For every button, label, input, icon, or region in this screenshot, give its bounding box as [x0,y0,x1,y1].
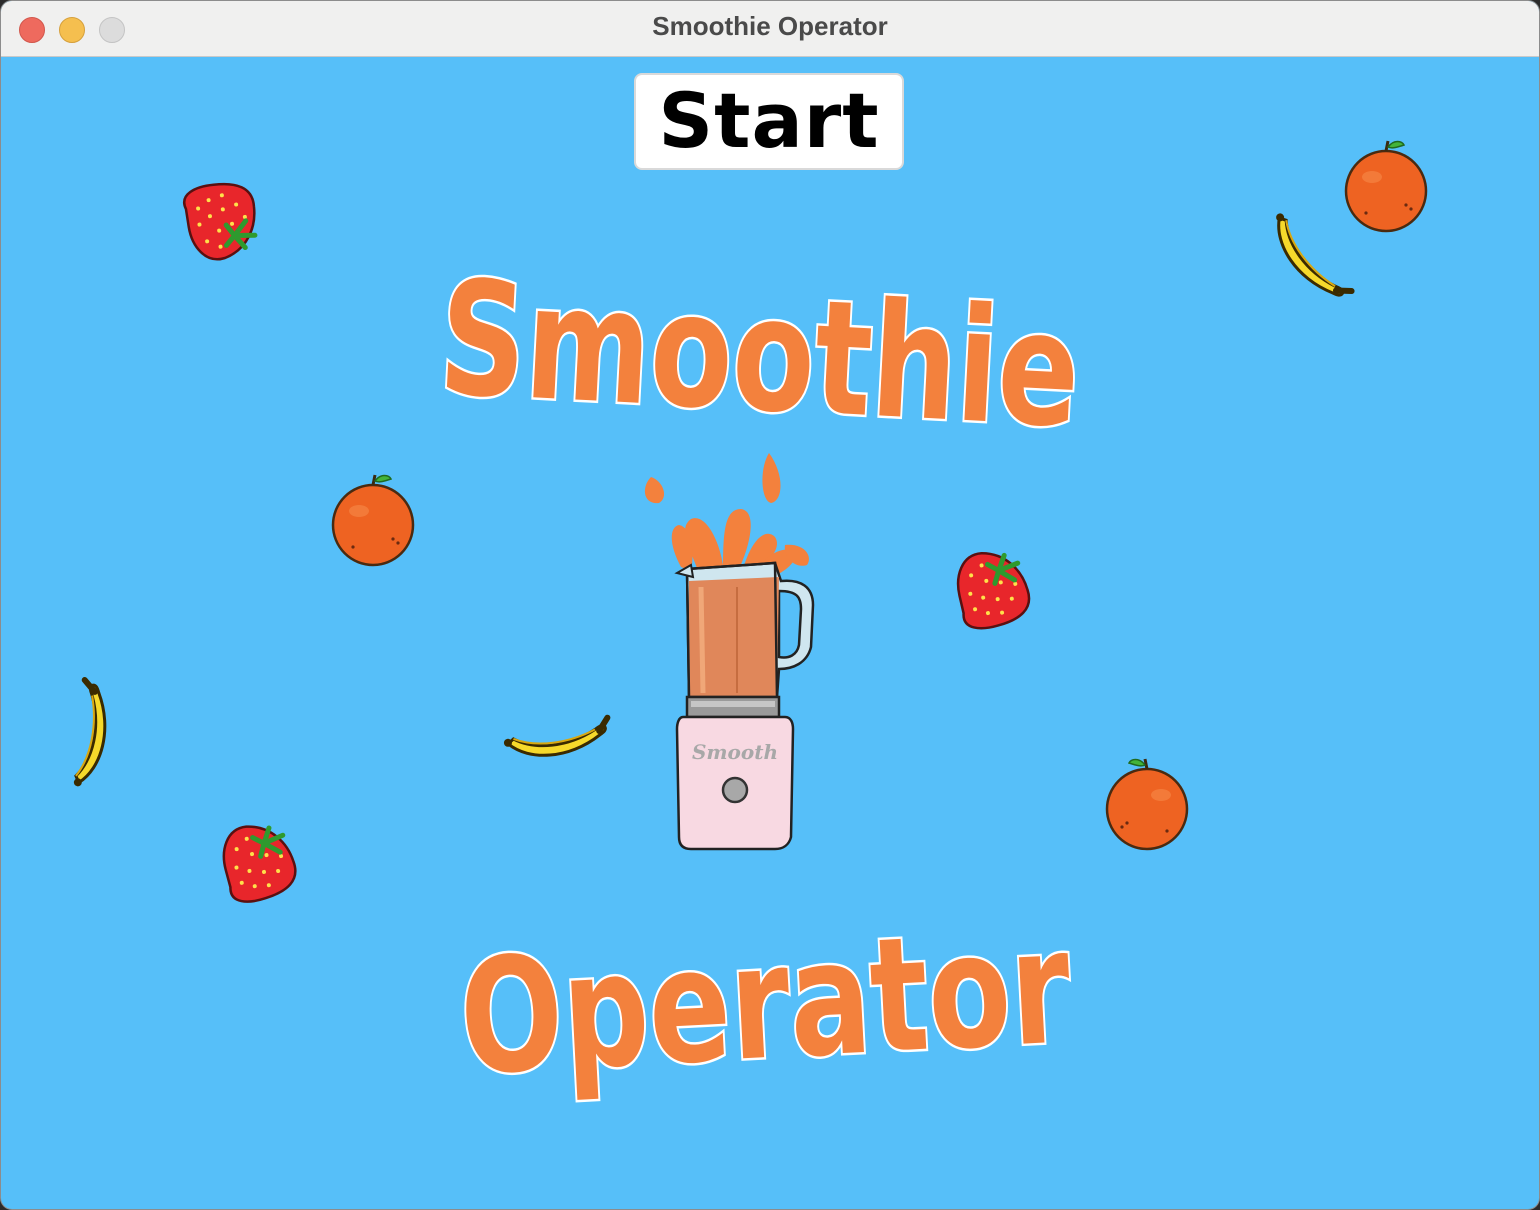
orange-icon [1344,139,1428,233]
menu-artwork: Smoothie Operator Smooth [1,139,1428,1113]
logo-title-top: Smoothie [435,246,1084,463]
game-window: Smoothie Operator Smoothie Operator Smoo… [0,0,1540,1210]
banana-icon [502,718,611,762]
strawberry-icon [181,177,263,264]
window-title: Smoothie Operator [652,11,888,41]
blender-icon: Smooth [644,453,815,851]
logo-title-bottom: Operator [456,895,1075,1111]
strawberry-icon [953,546,1033,631]
orange-icon [331,473,415,567]
blender-brand-label: Smooth [692,740,778,764]
banana-icon [66,680,113,789]
title-bar: Smoothie Operator [1,1,1539,57]
banana-icon [1263,207,1351,308]
game-stage: Smoothie Operator Smooth Start [1,57,1539,1209]
orange-icon [1105,757,1189,851]
blender-knob [721,776,749,804]
start-button[interactable]: Start [634,73,904,170]
strawberry-icon [218,818,300,905]
